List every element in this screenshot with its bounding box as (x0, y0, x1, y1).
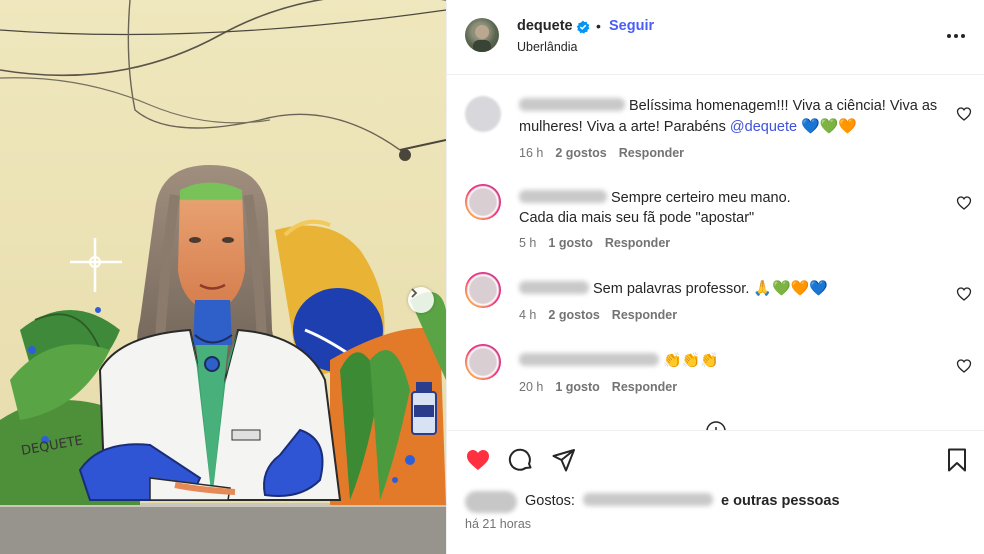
comment-time[interactable]: 4 h (519, 308, 536, 322)
header-separator: • (596, 18, 601, 34)
commenter-username-blurred[interactable] (519, 353, 659, 366)
heart-filled-icon[interactable] (465, 447, 491, 473)
commenter-avatar[interactable] (465, 184, 501, 220)
post-location[interactable]: Uberlândia (517, 40, 577, 54)
mention-link[interactable]: @dequete (730, 119, 797, 135)
comment-text: Sem palavras professor. 🙏💚🧡💙 (519, 278, 949, 299)
liker-username-blurred[interactable] (583, 493, 713, 506)
commenter-username-blurred[interactable] (519, 281, 589, 294)
comment-icon[interactable] (508, 447, 534, 473)
comment-time[interactable]: 16 h (519, 146, 543, 160)
comment-likes[interactable]: 2 gostos (548, 308, 599, 322)
mural-illustration: DEQUETE (0, 0, 446, 554)
comment-like-icon[interactable] (956, 286, 972, 302)
comment-meta: 5 h 1 gosto Responder (519, 236, 682, 250)
reply-button[interactable]: Responder (612, 308, 677, 322)
comment-emoji: 👏👏👏 (663, 351, 720, 369)
comment-meta: 4 h 2 gostos Responder (519, 308, 689, 322)
comment-meta: 16 h 2 gostos Responder (519, 146, 696, 160)
comment-body: Sem palavras professor. (593, 281, 750, 297)
comment-like-icon[interactable] (956, 195, 972, 211)
commenter-avatar[interactable] (465, 272, 501, 308)
author-username[interactable]: dequete (517, 18, 573, 34)
comment-meta: 20 h 1 gosto Responder (519, 380, 689, 394)
avatar-image (473, 25, 491, 52)
more-options-icon[interactable] (945, 26, 967, 46)
author-avatar[interactable] (465, 18, 499, 52)
comment-time[interactable]: 5 h (519, 236, 536, 250)
verified-badge-icon (576, 20, 590, 34)
send-icon[interactable] (551, 447, 577, 473)
reply-button[interactable]: Responder (619, 146, 684, 160)
comment-likes[interactable]: 1 gosto (548, 236, 592, 250)
commenter-username-blurred[interactable] (519, 98, 625, 111)
commenter-username-blurred[interactable] (519, 190, 607, 203)
comment-text: 👏👏👏 (519, 350, 949, 371)
chevron-right-icon (411, 288, 418, 298)
comments-list: Belíssima homenagem!!! Viva a ciência! V… (447, 76, 984, 430)
comment-like-icon[interactable] (956, 106, 972, 122)
comment-emoji: 💙💚🧡 (801, 117, 858, 135)
post-actions-bar: Gostos: e outras pessoas há 21 horas (447, 430, 984, 554)
comment-text: Belíssima homenagem!!! Viva a ciência! V… (519, 96, 949, 137)
likes-summary: Gostos: e outras pessoas (465, 489, 965, 515)
reply-button[interactable]: Responder (605, 236, 670, 250)
post-timestamp[interactable]: há 21 horas (465, 517, 531, 531)
likes-prefix: Gostos: (525, 493, 575, 509)
likes-text: Gostos: e outras pessoas (525, 493, 840, 509)
post-image[interactable]: DEQUETE (0, 0, 446, 554)
likes-others-link[interactable]: e outras pessoas (721, 493, 839, 509)
carousel-next-button[interactable] (408, 287, 434, 313)
comment-body: Sempre certeiro meu mano. (611, 190, 791, 206)
comment-text: Sempre certeiro meu mano. Cada dia mais … (519, 188, 949, 228)
comment-time[interactable]: 20 h (519, 380, 543, 394)
comment-likes[interactable]: 2 gostos (555, 146, 606, 160)
load-more-comments-icon[interactable] (705, 420, 727, 430)
liker-avatars-blurred[interactable] (465, 491, 517, 513)
comment-body-line2: Cada dia mais seu fã pode "apostar" (519, 210, 755, 226)
reply-button[interactable]: Responder (612, 380, 677, 394)
comment-likes[interactable]: 1 gosto (555, 380, 599, 394)
post-header: dequete • Seguir Uberlândia (447, 0, 984, 75)
follow-button[interactable]: Seguir (609, 18, 654, 34)
comment-emoji: 🙏💚🧡💙 (753, 279, 829, 297)
commenter-avatar[interactable] (465, 344, 501, 380)
post-details-panel: dequete • Seguir Uberlândia Belíssima ho… (446, 0, 984, 554)
comment-like-icon[interactable] (956, 358, 972, 374)
bookmark-icon[interactable] (944, 447, 970, 473)
commenter-avatar[interactable] (465, 96, 501, 132)
